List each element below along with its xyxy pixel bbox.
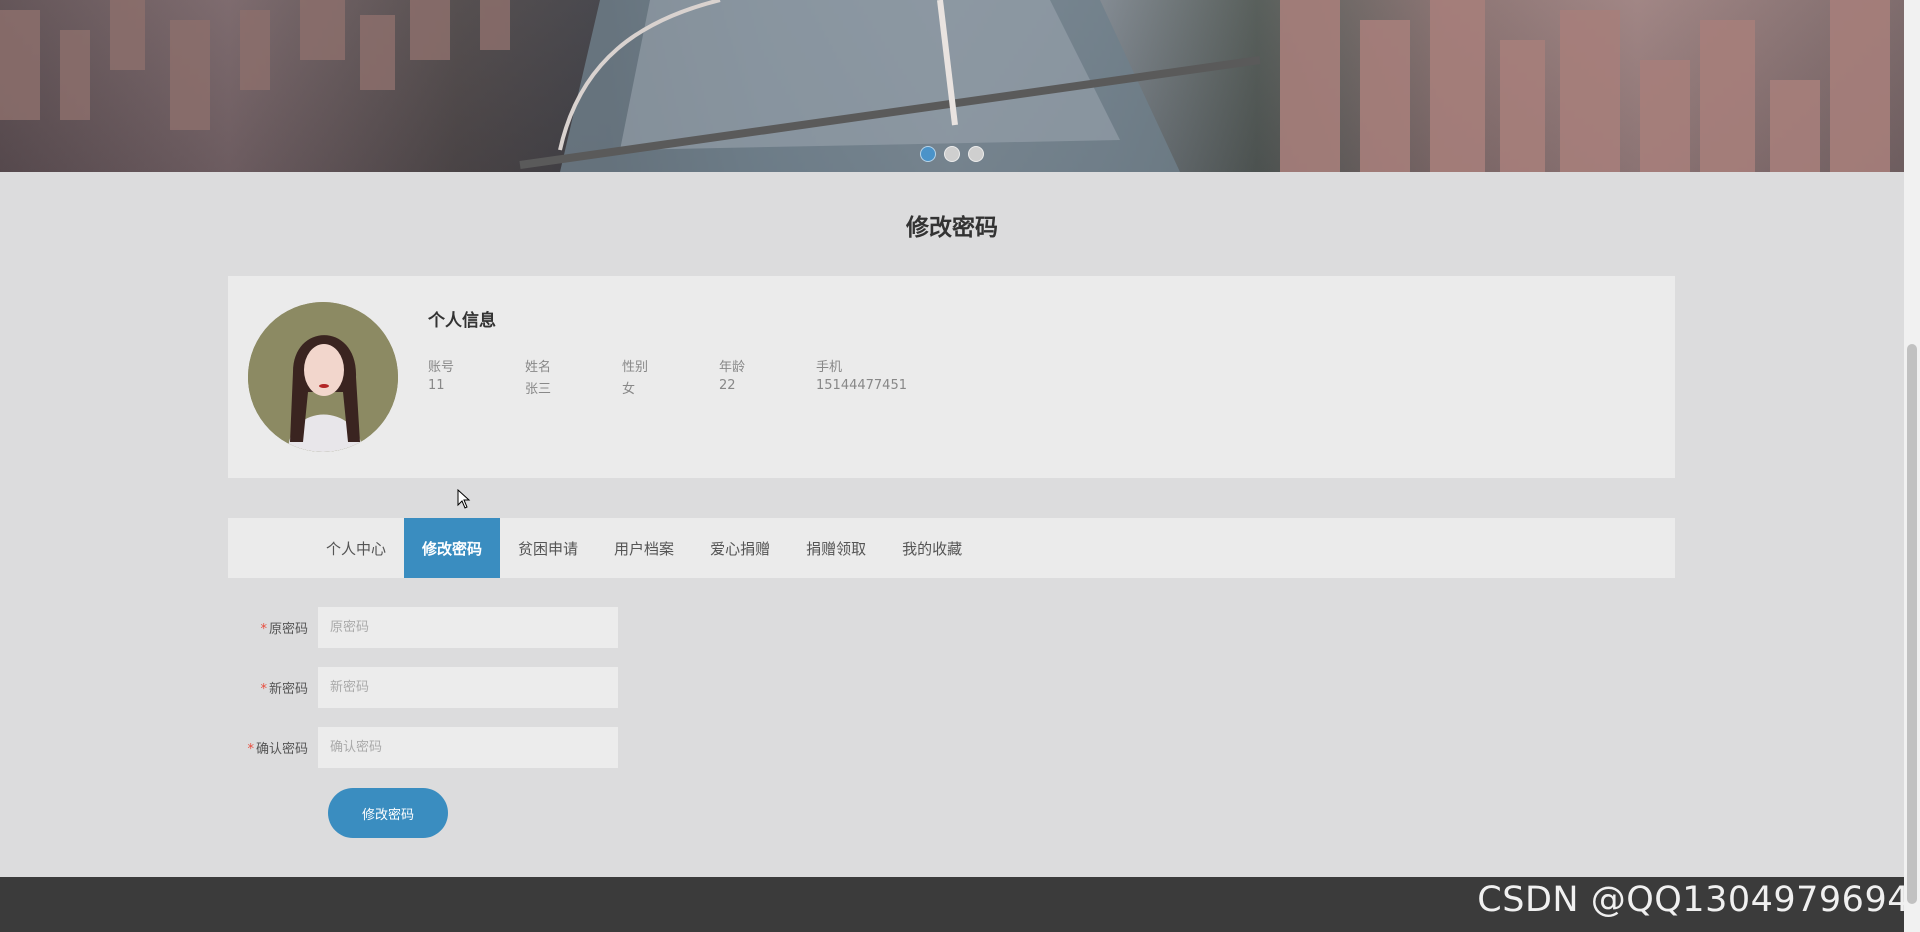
field-label: 性别 [622,360,649,375]
new-password-label: * 新密码 [228,678,318,697]
tab-user-profile[interactable]: 用户档案 [596,518,692,578]
watermark-text: CSDN @QQ1304979694 [1477,880,1910,920]
carousel-dot-3[interactable] [968,146,984,162]
avatar [248,302,398,452]
carousel-dot-1[interactable] [920,146,936,162]
field-label: 姓名 [525,360,552,375]
page-title: 修改密码 [906,215,998,241]
field-label: 年龄 [719,360,746,375]
field-value: 女 [622,382,636,397]
required-mark: * [247,742,254,757]
old-password-input[interactable] [318,607,618,648]
mouse-cursor-icon [457,489,471,509]
confirm-password-label: * 确认密码 [228,738,318,757]
profile-field-gender: 性别 女 [622,356,719,397]
tab-donation-claim[interactable]: 捐赠领取 [788,518,884,578]
confirm-password-input[interactable] [318,727,618,768]
label-text: 原密码 [268,622,308,637]
form-row-old-password: * 原密码 [228,607,628,648]
old-password-label: * 原密码 [228,618,318,637]
tab-charity-donation[interactable]: 爱心捐赠 [692,518,788,578]
scrollbar-thumb[interactable] [1907,344,1917,904]
profile-field-age: 年龄 22 [719,356,816,397]
profile-info-grid: 账号 11 姓名 张三 性别 女 年龄 22 手机 15144477451 [428,356,913,397]
profile-card: 个人信息 账号 11 姓名 张三 性别 女 年龄 22 手机 151444774… [228,276,1675,478]
tab-my-favorites[interactable]: 我的收藏 [884,518,980,578]
field-value: 22 [719,378,736,393]
carousel-dots [920,146,984,162]
tab-personal-center[interactable]: 个人中心 [308,518,404,578]
label-text: 确认密码 [255,742,308,757]
field-value: 张三 [525,382,552,397]
profile-field-name: 姓名 张三 [525,356,622,397]
user-center-tabs: 个人中心 修改密码 贫困申请 用户档案 爱心捐赠 捐赠领取 我的收藏 [228,518,1675,578]
required-mark: * [260,682,267,697]
field-label: 手机 [816,360,843,375]
profile-field-phone: 手机 15144477451 [816,356,913,397]
field-value: 15144477451 [816,378,907,393]
form-row-confirm-password: * 确认密码 [228,727,628,768]
form-row-new-password: * 新密码 [228,667,628,708]
required-mark: * [260,622,267,637]
profile-field-account: 账号 11 [428,356,525,397]
label-text: 新密码 [268,682,308,697]
field-value: 11 [428,378,445,393]
change-password-button[interactable]: 修改密码 [328,788,448,838]
avatar-photo [248,302,398,452]
carousel-dot-2[interactable] [944,146,960,162]
profile-heading: 个人信息 [428,311,496,331]
page-scrollbar[interactable] [1904,0,1920,932]
hero-banner [0,0,1904,172]
new-password-input[interactable] [318,667,618,708]
tab-poverty-application[interactable]: 贫困申请 [500,518,596,578]
field-label: 账号 [428,360,455,375]
tab-change-password[interactable]: 修改密码 [404,518,501,578]
